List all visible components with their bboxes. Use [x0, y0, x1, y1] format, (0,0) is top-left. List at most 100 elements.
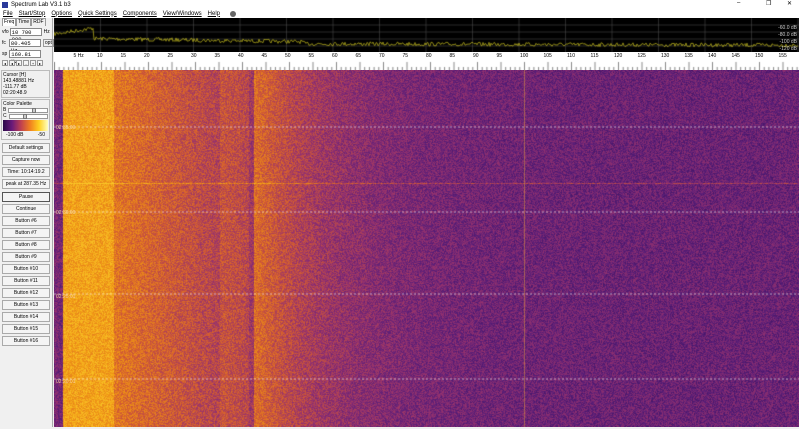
frequency-tick-label: 50: [285, 53, 291, 59]
waterfall-timestamp: 02:25:01: [56, 294, 76, 300]
frequency-tick-label: 145: [731, 53, 740, 59]
cursor-box: Cursor [H] 143.48881 Hz -111.77 dB 02:20…: [1, 70, 50, 98]
title-bar: Spectrum Lab V3.1 b3 – ❐ ✕: [0, 0, 799, 9]
frequency-tick-label: 5 Hz: [73, 53, 84, 59]
frequency-tick-label: 10: [97, 53, 103, 59]
frequency-tick-label: 80: [426, 53, 432, 59]
app-icon: [2, 1, 8, 8]
frequency-tick-label: 30: [191, 53, 197, 59]
frequency-tick-label: 35: [214, 53, 221, 59]
panel-button[interactable]: Button #14: [2, 312, 50, 322]
panel-button[interactable]: Button #9: [2, 252, 50, 262]
db-label: -80.0 dB: [778, 32, 797, 38]
vfo-label: vfo: [2, 29, 9, 35]
minimize-button[interactable]: –: [737, 0, 740, 6]
frequency-tick-label: 40: [238, 53, 244, 59]
panel-button[interactable]: Button #8: [2, 240, 50, 250]
frequency-tick-label: 140: [708, 53, 717, 59]
frequency-tick-label: 20: [144, 53, 150, 59]
db-label: -100 dB: [779, 39, 797, 45]
frequency-tick-label: 95: [496, 53, 503, 59]
arrow-left-icon[interactable]: ◂: [2, 60, 8, 66]
panel-button[interactable]: Button #11: [2, 276, 50, 286]
restore-button[interactable]: ❐: [766, 0, 771, 7]
frequency-tick-label: 90: [473, 53, 479, 59]
menu-options[interactable]: Options: [51, 11, 72, 17]
palette-max: -50: [37, 132, 45, 138]
menu-view-windows[interactable]: View/Windows: [163, 11, 202, 17]
color-palette-bar: [3, 120, 48, 131]
panel-button[interactable]: Button #16: [2, 336, 50, 346]
panel-button[interactable]: Button #6: [2, 216, 50, 226]
frequency-tick-label: 70: [379, 53, 385, 59]
waterfall-display[interactable]: [54, 70, 799, 427]
panel-button[interactable]: Pause: [2, 192, 50, 202]
frequency-tick-label: 100: [520, 53, 529, 59]
arrow-left-icon[interactable]: ◂: [9, 60, 15, 66]
brightness-slider[interactable]: [8, 107, 48, 113]
waterfall-timestamp: 02:35:00: [56, 125, 76, 131]
frequency-tick-label: 135: [684, 53, 693, 59]
panel-button[interactable]: Default settings: [2, 143, 50, 153]
arrow-right-icon[interactable]: ▸: [37, 60, 43, 66]
cursor-time: 02:20:48.9: [3, 90, 27, 96]
status-indicator-icon: [230, 10, 237, 17]
frequency-tick-label: 130: [661, 53, 670, 59]
frequency-tick-label: 150: [755, 53, 764, 59]
control-panel: Freq Time RDF vfo10 700 000Hz fc80.405 H…: [0, 18, 54, 427]
frequency-tick-label: 85: [449, 53, 456, 59]
db-label: -60.0 dB: [778, 25, 797, 31]
status-display: peak at 287.35 Hz: [2, 179, 50, 189]
span-input[interactable]: 160.81 Hz: [9, 50, 42, 65]
menu-bar: File Start/Stop Options Quick Settings C…: [0, 9, 799, 18]
panel-button[interactable]: Continue: [2, 204, 50, 214]
zoom-in-icon[interactable]: +: [30, 60, 36, 66]
contrast-slider[interactable]: [8, 113, 48, 119]
waterfall-timestamp: 02:20:01: [56, 379, 76, 385]
frequency-scale[interactable]: 5 Hz 10 15 20 25 30 35 40 45 50 55 60 65 70 75 80 85 90 95…: [54, 52, 799, 70]
color-palette-box: Color Palette B C -100 dB -50: [1, 99, 50, 140]
vfo-input[interactable]: 10 700 000: [9, 28, 42, 43]
scroll-buttons: ◂ ◂ ▸ - + ▸: [2, 60, 43, 66]
panel-button[interactable]: Button #10: [2, 264, 50, 274]
frequency-tick-label: 55: [308, 53, 315, 59]
panel-button[interactable]: Button #13: [2, 300, 50, 310]
menu-file[interactable]: File: [3, 11, 13, 17]
status-display: Time: 10:14:19.2: [2, 167, 50, 177]
menu-help[interactable]: Help: [208, 11, 220, 17]
frequency-tick-label: 45: [261, 53, 268, 59]
tab-freq[interactable]: Freq: [2, 18, 17, 26]
frequency-tick-label: 155: [778, 53, 787, 59]
panel-button[interactable]: Capture now: [2, 155, 50, 165]
window-title: Spectrum Lab V3.1 b3: [11, 1, 71, 8]
sp-label: sp: [2, 51, 8, 57]
panel-button[interactable]: Button #15: [2, 324, 50, 334]
panel-button[interactable]: Button #12: [2, 288, 50, 298]
fc-label: fc: [2, 40, 6, 46]
opt-button[interactable]: opt: [42, 39, 54, 47]
vfo-unit: Hz: [43, 29, 50, 35]
frequency-tick-label: 25: [167, 53, 174, 59]
frequency-tick-label: 110: [567, 53, 575, 59]
zoom-out-icon[interactable]: -: [23, 60, 29, 66]
frequency-tick-label: 65: [355, 53, 362, 59]
panel-button[interactable]: Button #7: [2, 228, 50, 238]
fc-input[interactable]: 80.405 Hz: [8, 39, 41, 54]
tab-rdf[interactable]: RDF: [31, 18, 46, 26]
arrow-right-icon[interactable]: ▸: [16, 60, 22, 66]
spectrum-graph[interactable]: -60.0 dB -80.0 dB -100 dB -120 dB: [54, 18, 799, 52]
menu-start-stop[interactable]: Start/Stop: [19, 11, 46, 17]
palette-min: -100 dB: [6, 132, 24, 138]
menu-components[interactable]: Components: [123, 11, 157, 17]
frequency-tick-label: 105: [543, 53, 552, 59]
frequency-tick-label: 60: [332, 53, 338, 59]
frequency-tick-label: 115: [590, 53, 599, 59]
waterfall-timestamp: 02:30:00: [56, 210, 76, 216]
frequency-tick-label: 15: [120, 53, 127, 59]
frequency-tick-label: 120: [614, 53, 623, 59]
close-button[interactable]: ✕: [787, 0, 792, 7]
frequency-tick-label: 125: [637, 53, 646, 59]
menu-quick-settings[interactable]: Quick Settings: [78, 11, 117, 17]
frequency-tick-label: 75: [402, 53, 409, 59]
tab-time[interactable]: Time: [16, 18, 32, 26]
